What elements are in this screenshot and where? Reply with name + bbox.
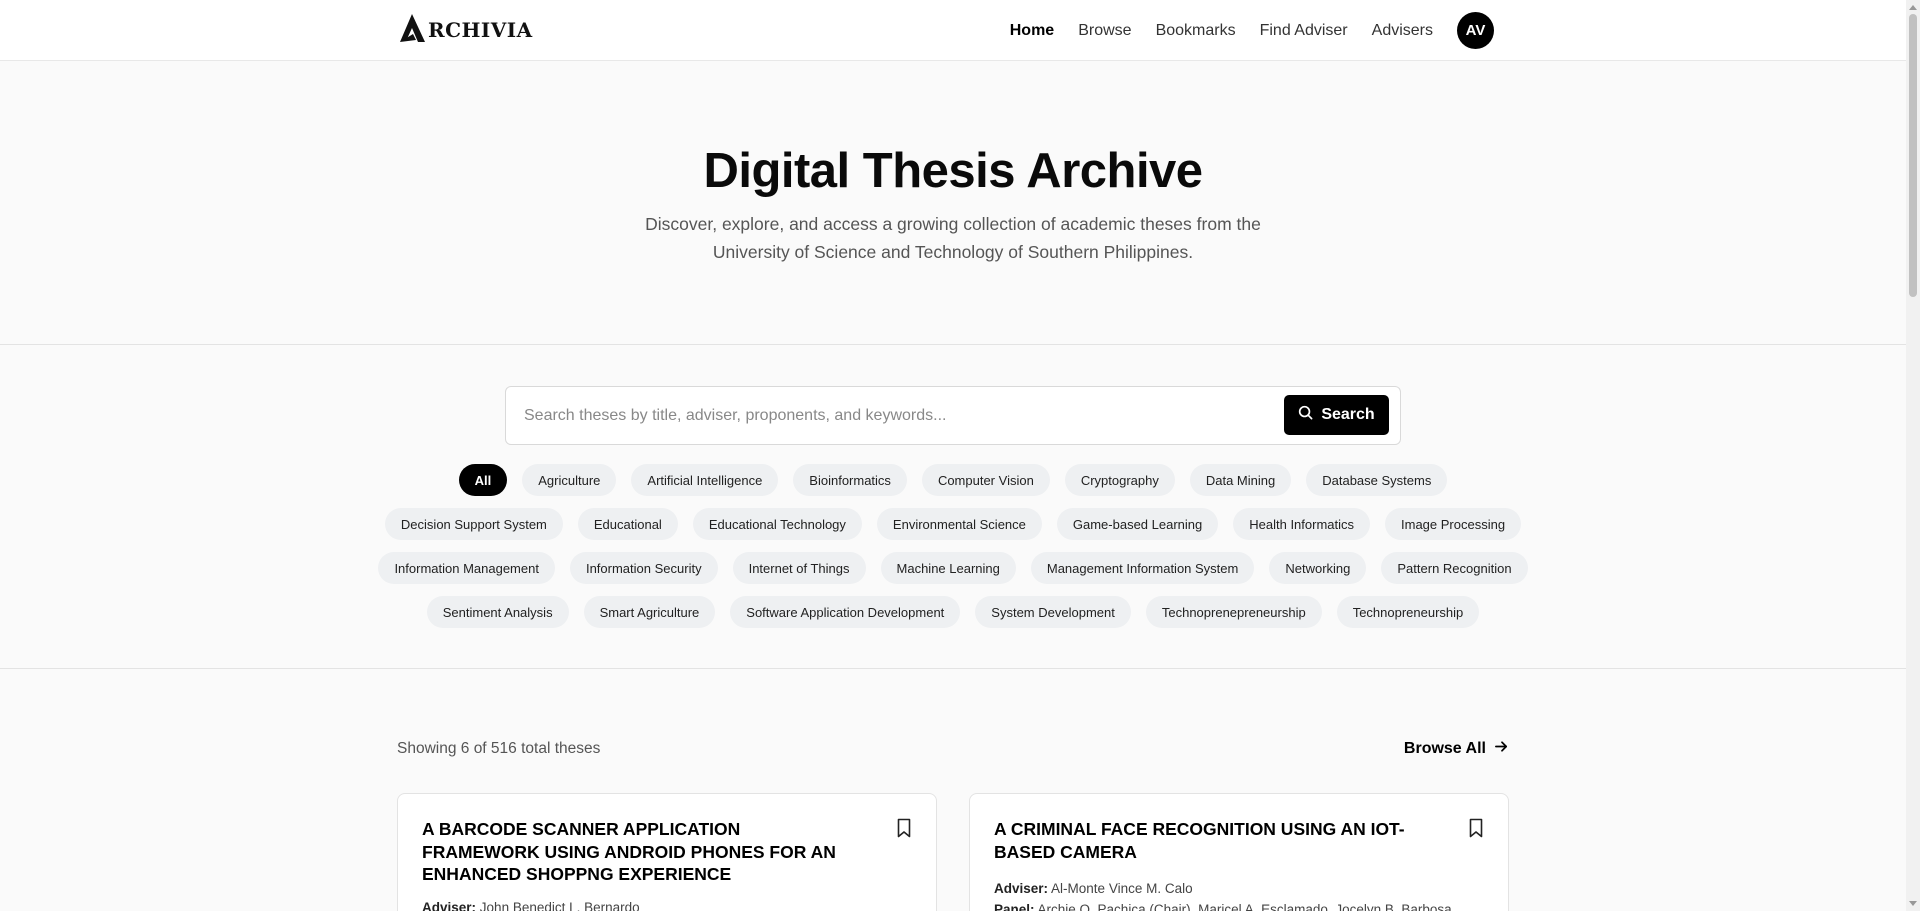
tag-agriculture[interactable]: Agriculture [522,464,617,496]
search-button-label: Search [1321,406,1375,423]
thesis-panel: Panel: Archie O. Pachica (Chair), Marice… [994,902,1452,911]
panel-label: Panel: [994,902,1035,911]
nav-bookmarks[interactable]: Bookmarks [1156,22,1236,40]
nav-browse[interactable]: Browse [1078,22,1131,40]
bookmark-icon[interactable] [896,818,912,838]
archivia-logo-icon [398,13,426,48]
tag-row: Information Management Information Secur… [378,552,1528,584]
top-nav-bar: RCHIVIA Home Browse Bookmarks Find Advis… [0,0,1906,61]
adviser-name: John Benedict L. Bernardo [479,900,640,911]
logo[interactable]: RCHIVIA [398,13,533,48]
browse-all-label: Browse All [1403,740,1486,757]
tag-row: Sentiment Analysis Smart Agriculture Sof… [395,596,1511,628]
page-scrollbar[interactable] [1906,0,1920,911]
main-nav: Home Browse Bookmarks Find Adviser Advis… [1010,12,1494,49]
tag-machine-learning[interactable]: Machine Learning [880,552,1016,584]
user-avatar[interactable]: AV [1457,12,1494,49]
thesis-adviser: Adviser: Al-Monte Vince M. Calo [994,881,1193,896]
nav-advisers[interactable]: Advisers [1372,22,1433,40]
thesis-card[interactable]: A BARCODE SCANNER APPLICATION FRAMEWORK … [397,793,937,911]
tag-networking[interactable]: Networking [1269,552,1367,584]
tag-artificial-intelligence[interactable]: Artificial Intelligence [631,464,779,496]
scrollbar-thumb[interactable] [1909,14,1917,297]
page-subtitle: Discover, explore, and access a growing … [645,214,1261,262]
thesis-adviser: Adviser: John Benedict L. Bernardo [422,900,640,911]
search-bar: Search [505,386,1401,445]
panel-members: Archie O. Pachica (Chair), Maricel A. Es… [1037,902,1452,911]
tag-system-development[interactable]: System Development [975,596,1131,628]
thesis-card[interactable]: A CRIMINAL FACE RECOGNITION USING AN IOT… [969,793,1509,911]
nav-find-adviser[interactable]: Find Adviser [1260,22,1348,40]
adviser-label: Adviser: [994,881,1049,896]
tag-environmental-science[interactable]: Environmental Science [876,508,1042,540]
results-count: Showing 6 of 516 total theses [397,740,601,757]
tag-computer-vision[interactable]: Computer Vision [921,464,1050,496]
tag-software-application-development[interactable]: Software Application Development [730,596,961,628]
nav-home[interactable]: Home [1010,22,1054,40]
bookmark-icon[interactable] [1468,818,1484,838]
tag-internet-of-things[interactable]: Internet of Things [732,552,866,584]
tag-game-based-learning[interactable]: Game-based Learning [1056,508,1219,540]
tag-row: All Agriculture Artificial Intelligence … [395,464,1511,496]
tag-technoprenepreneurship[interactable]: Technoprenepreneurship [1145,596,1322,628]
page-title: Digital Thesis Archive [703,144,1203,198]
search-icon [1298,405,1313,425]
tag-information-security[interactable]: Information Security [569,552,718,584]
tag-management-information-system[interactable]: Management Information System [1030,552,1255,584]
tag-educational[interactable]: Educational [577,508,678,540]
arrow-right-icon [1494,739,1509,759]
logo-text: RCHIVIA [428,18,533,42]
scroll-down-arrow-icon[interactable] [1909,901,1917,906]
tag-educational-technology[interactable]: Educational Technology [692,508,862,540]
browse-all-link[interactable]: Browse All [1404,739,1509,759]
search-section: Search All Agriculture Artificial Intell… [0,345,1906,669]
tag-data-mining[interactable]: Data Mining [1189,464,1292,496]
tag-smart-agriculture[interactable]: Smart Agriculture [583,596,716,628]
thesis-title[interactable]: A BARCODE SCANNER APPLICATION FRAMEWORK … [422,818,862,886]
tag-image-processing[interactable]: Image Processing [1385,508,1522,540]
results-section: Showing 6 of 516 total theses Browse All… [0,669,1906,911]
tag-pattern-recognition[interactable]: Pattern Recognition [1381,552,1528,584]
category-filter-tags: All Agriculture Artificial Intelligence … [378,464,1528,628]
tag-cryptography[interactable]: Cryptography [1064,464,1175,496]
search-input[interactable] [524,387,1264,444]
thesis-title[interactable]: A CRIMINAL FACE RECOGNITION USING AN IOT… [994,818,1434,863]
tag-health-informatics[interactable]: Health Informatics [1233,508,1371,540]
tag-technopreneurship[interactable]: Technopreneurship [1336,596,1480,628]
tag-all[interactable]: All [458,464,508,496]
tag-information-management[interactable]: Information Management [378,552,555,584]
tag-sentiment-analysis[interactable]: Sentiment Analysis [426,596,569,628]
page: RCHIVIA Home Browse Bookmarks Find Advis… [0,0,1906,911]
tag-row: Decision Support System Educational Educ… [384,508,1522,540]
tag-database-systems[interactable]: Database Systems [1306,464,1448,496]
adviser-name: Al-Monte Vince M. Calo [1051,881,1193,896]
scroll-up-arrow-icon[interactable] [1909,5,1917,10]
hero-section: Digital Thesis Archive Discover, explore… [0,61,1906,345]
tag-decision-support-system[interactable]: Decision Support System [384,508,563,540]
search-button[interactable]: Search [1284,395,1389,435]
tag-bioinformatics[interactable]: Bioinformatics [793,464,907,496]
adviser-label: Adviser: [422,900,477,911]
